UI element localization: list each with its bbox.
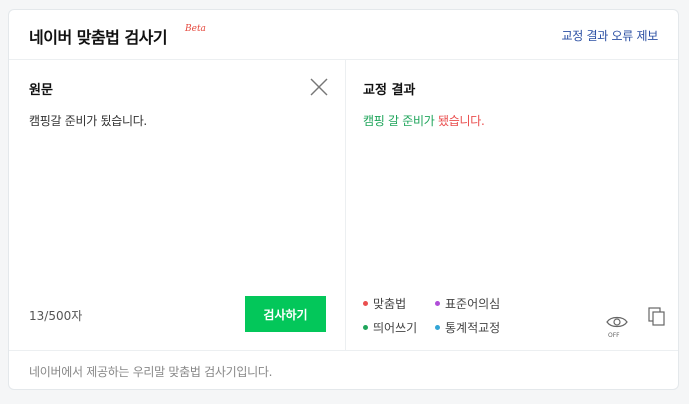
- legend-dot-green: [363, 325, 368, 330]
- char-count: 13/500자: [29, 309, 83, 323]
- result-plain-segment: 준비가: [398, 114, 438, 128]
- legend-label: 띄어쓰기: [373, 321, 418, 335]
- legend-spelling: 맞춤법: [363, 295, 406, 312]
- beta-badge: Beta: [185, 24, 206, 34]
- footer-text: 네이버에서 제공하는 우리말 맞춤법 검사기입니다.: [29, 365, 273, 379]
- legend-label: 통계적교정: [445, 321, 501, 335]
- page-title: 네이버 맞춤법 검사기: [29, 28, 168, 47]
- legend-spacing: 띄어쓰기: [363, 319, 417, 336]
- copy-icon[interactable]: [648, 307, 666, 327]
- spell-checker-card: 네이버 맞춤법 검사기 Beta 교정 결과 오류 제보 원문 캠핑갈 준비가 …: [8, 9, 679, 390]
- legend-label: 표준어의심: [445, 297, 501, 311]
- result-title: 교정 결과: [363, 83, 416, 98]
- source-panel: 원문 캠핑갈 준비가 됬습니다. 13/500자 검사하기: [9, 60, 346, 350]
- corrected-segment-spelling[interactable]: 됐습니다.: [438, 114, 485, 128]
- report-error-link[interactable]: 교정 결과 오류 제보: [562, 27, 659, 44]
- legend-label: 맞춤법: [373, 297, 407, 311]
- legend-standard-suspect: 표준어의심: [435, 295, 500, 312]
- card-header: 네이버 맞춤법 검사기 Beta 교정 결과 오류 제보: [9, 10, 678, 60]
- legend-dot-red: [363, 301, 368, 306]
- card-footer: 네이버에서 제공하는 우리말 맞춤법 검사기입니다.: [9, 350, 678, 389]
- legend-dot-blue: [435, 325, 440, 330]
- legend-dot-purple: [435, 301, 440, 306]
- source-title: 원문: [29, 83, 53, 98]
- check-button[interactable]: 검사하기: [245, 296, 326, 332]
- source-text-input[interactable]: 캠핑갈 준비가 됬습니다.: [29, 112, 147, 129]
- eye-toggle-label: OFF: [608, 332, 620, 339]
- legend-statistical: 통계적교정: [435, 319, 500, 336]
- result-text: 캠핑 갈 준비가 됐습니다.: [363, 112, 485, 129]
- close-icon[interactable]: [309, 77, 329, 97]
- corrected-segment-spacing[interactable]: 캠핑 갈: [363, 114, 399, 128]
- result-panel: 교정 결과 캠핑 갈 준비가 됐습니다. 맞춤법 표준어의심 띄어쓰기 통계적교…: [346, 60, 678, 350]
